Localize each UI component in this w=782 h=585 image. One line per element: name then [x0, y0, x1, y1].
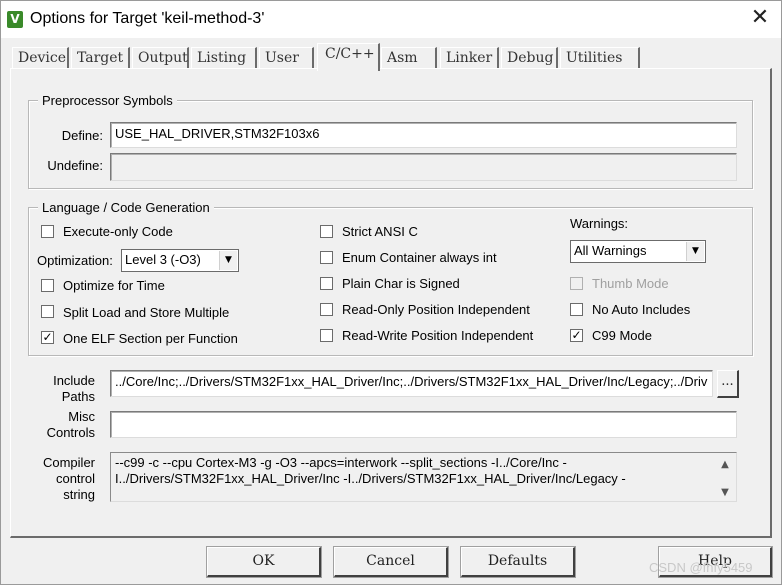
ro-position-checkbox[interactable] — [320, 303, 333, 316]
scroll-up-icon[interactable]: ▲ — [720, 457, 730, 473]
chevron-down-icon[interactable]: ▼ — [686, 242, 704, 261]
warnings-select[interactable]: All Warnings ▼ — [570, 240, 706, 263]
undefine-label: Undefine: — [47, 158, 103, 173]
tab-c-cpp[interactable]: C/C++ — [317, 43, 380, 71]
one-elf-label: One ELF Section per Function — [63, 331, 238, 346]
codegen-group-title: Language / Code Generation — [38, 200, 214, 215]
execute-only-label: Execute-only Code — [63, 224, 173, 239]
window-title: Options for Target 'keil-method-3' — [30, 10, 265, 27]
title-bar: V Options for Target 'keil-method-3' ✕ — [1, 1, 781, 38]
no-auto-includes-label: No Auto Includes — [592, 302, 691, 317]
execute-only-checkbox[interactable] — [41, 225, 54, 238]
optimization-value: Level 3 (-O3) — [125, 252, 201, 267]
split-load-checkbox[interactable] — [41, 305, 54, 318]
compiler-string-line2: I../Drivers/STM32F1xx_HAL_Driver/Inc -I.… — [115, 471, 626, 486]
optimization-label: Optimization: — [37, 253, 113, 268]
misc-controls-label-line1: Misc — [68, 409, 95, 424]
no-auto-includes-checkbox[interactable] — [570, 303, 583, 316]
preprocessor-group-title: Preprocessor Symbols — [38, 93, 177, 108]
include-paths-label-line1: Include — [53, 373, 95, 388]
tab-debug[interactable]: Debug — [501, 47, 558, 69]
strict-ansi-label: Strict ANSI C — [342, 224, 418, 239]
cancel-button[interactable]: Cancel — [333, 546, 449, 578]
compiler-string-label-line3: string — [63, 487, 95, 502]
c99-mode-checkbox[interactable]: ✓ — [570, 329, 583, 342]
undefine-input[interactable] — [110, 153, 737, 181]
include-paths-input[interactable]: ../Core/Inc;../Drivers/STM32F1xx_HAL_Dri… — [110, 370, 713, 397]
csdn-watermark: CSDN @fhfy5459 — [649, 560, 753, 575]
tab-asm[interactable]: Asm — [381, 47, 437, 69]
one-elf-checkbox[interactable]: ✓ — [41, 331, 54, 344]
ok-button[interactable]: OK — [206, 546, 322, 578]
rw-position-checkbox[interactable] — [320, 329, 333, 342]
scroll-down-icon[interactable]: ▼ — [720, 485, 730, 501]
warnings-label: Warnings: — [570, 216, 629, 231]
split-load-label: Split Load and Store Multiple — [63, 305, 230, 320]
ro-position-label: Read-Only Position Independent — [342, 302, 530, 317]
misc-controls-label-line2: Controls — [46, 425, 95, 440]
tab-listing[interactable]: Listing — [191, 47, 257, 69]
options-dialog: V Options for Target 'keil-method-3' ✕ D… — [0, 0, 782, 585]
c99-mode-label: C99 Mode — [592, 328, 652, 343]
compiler-control-string[interactable]: --c99 -c --cpu Cortex-M3 -g -O3 --apcs=i… — [110, 452, 737, 502]
browse-include-button[interactable]: ... — [717, 370, 739, 398]
optimize-time-checkbox[interactable] — [41, 279, 54, 292]
warnings-value: All Warnings — [574, 243, 647, 258]
tab-user[interactable]: User — [259, 47, 314, 69]
tab-output[interactable]: Output — [132, 47, 189, 69]
chevron-down-icon[interactable]: ▼ — [219, 251, 237, 270]
compiler-string-line1: --c99 -c --cpu Cortex-M3 -g -O3 --apcs=i… — [115, 455, 567, 470]
plain-char-label: Plain Char is Signed — [342, 276, 460, 291]
tab-device[interactable]: Device — [12, 47, 69, 69]
define-input[interactable]: USE_HAL_DRIVER,STM32F103x6 — [110, 122, 737, 148]
optimization-select[interactable]: Level 3 (-O3) ▼ — [121, 249, 239, 272]
define-label: Define: — [61, 128, 103, 143]
misc-controls-input[interactable] — [110, 411, 737, 438]
strict-ansi-checkbox[interactable] — [320, 225, 333, 238]
enum-container-checkbox[interactable] — [320, 251, 333, 264]
tab-target[interactable]: Target — [71, 47, 130, 69]
tab-utilities[interactable]: Utilities — [560, 47, 640, 69]
enum-container-label: Enum Container always int — [342, 250, 497, 265]
plain-char-checkbox[interactable] — [320, 277, 333, 290]
close-icon[interactable]: ✕ — [743, 5, 777, 33]
compiler-string-label-line2: control — [55, 471, 95, 486]
compiler-string-label-line1: Compiler — [42, 455, 95, 470]
rw-position-label: Read-Write Position Independent — [342, 328, 534, 343]
tab-linker[interactable]: Linker — [440, 47, 499, 69]
optimize-time-label: Optimize for Time — [63, 278, 165, 293]
defaults-button[interactable]: Defaults — [460, 546, 576, 578]
keil-app-icon: V — [7, 11, 23, 28]
thumb-mode-label: Thumb Mode — [592, 276, 669, 291]
thumb-mode-checkbox — [570, 277, 583, 290]
include-paths-label-line2: Paths — [61, 389, 95, 404]
